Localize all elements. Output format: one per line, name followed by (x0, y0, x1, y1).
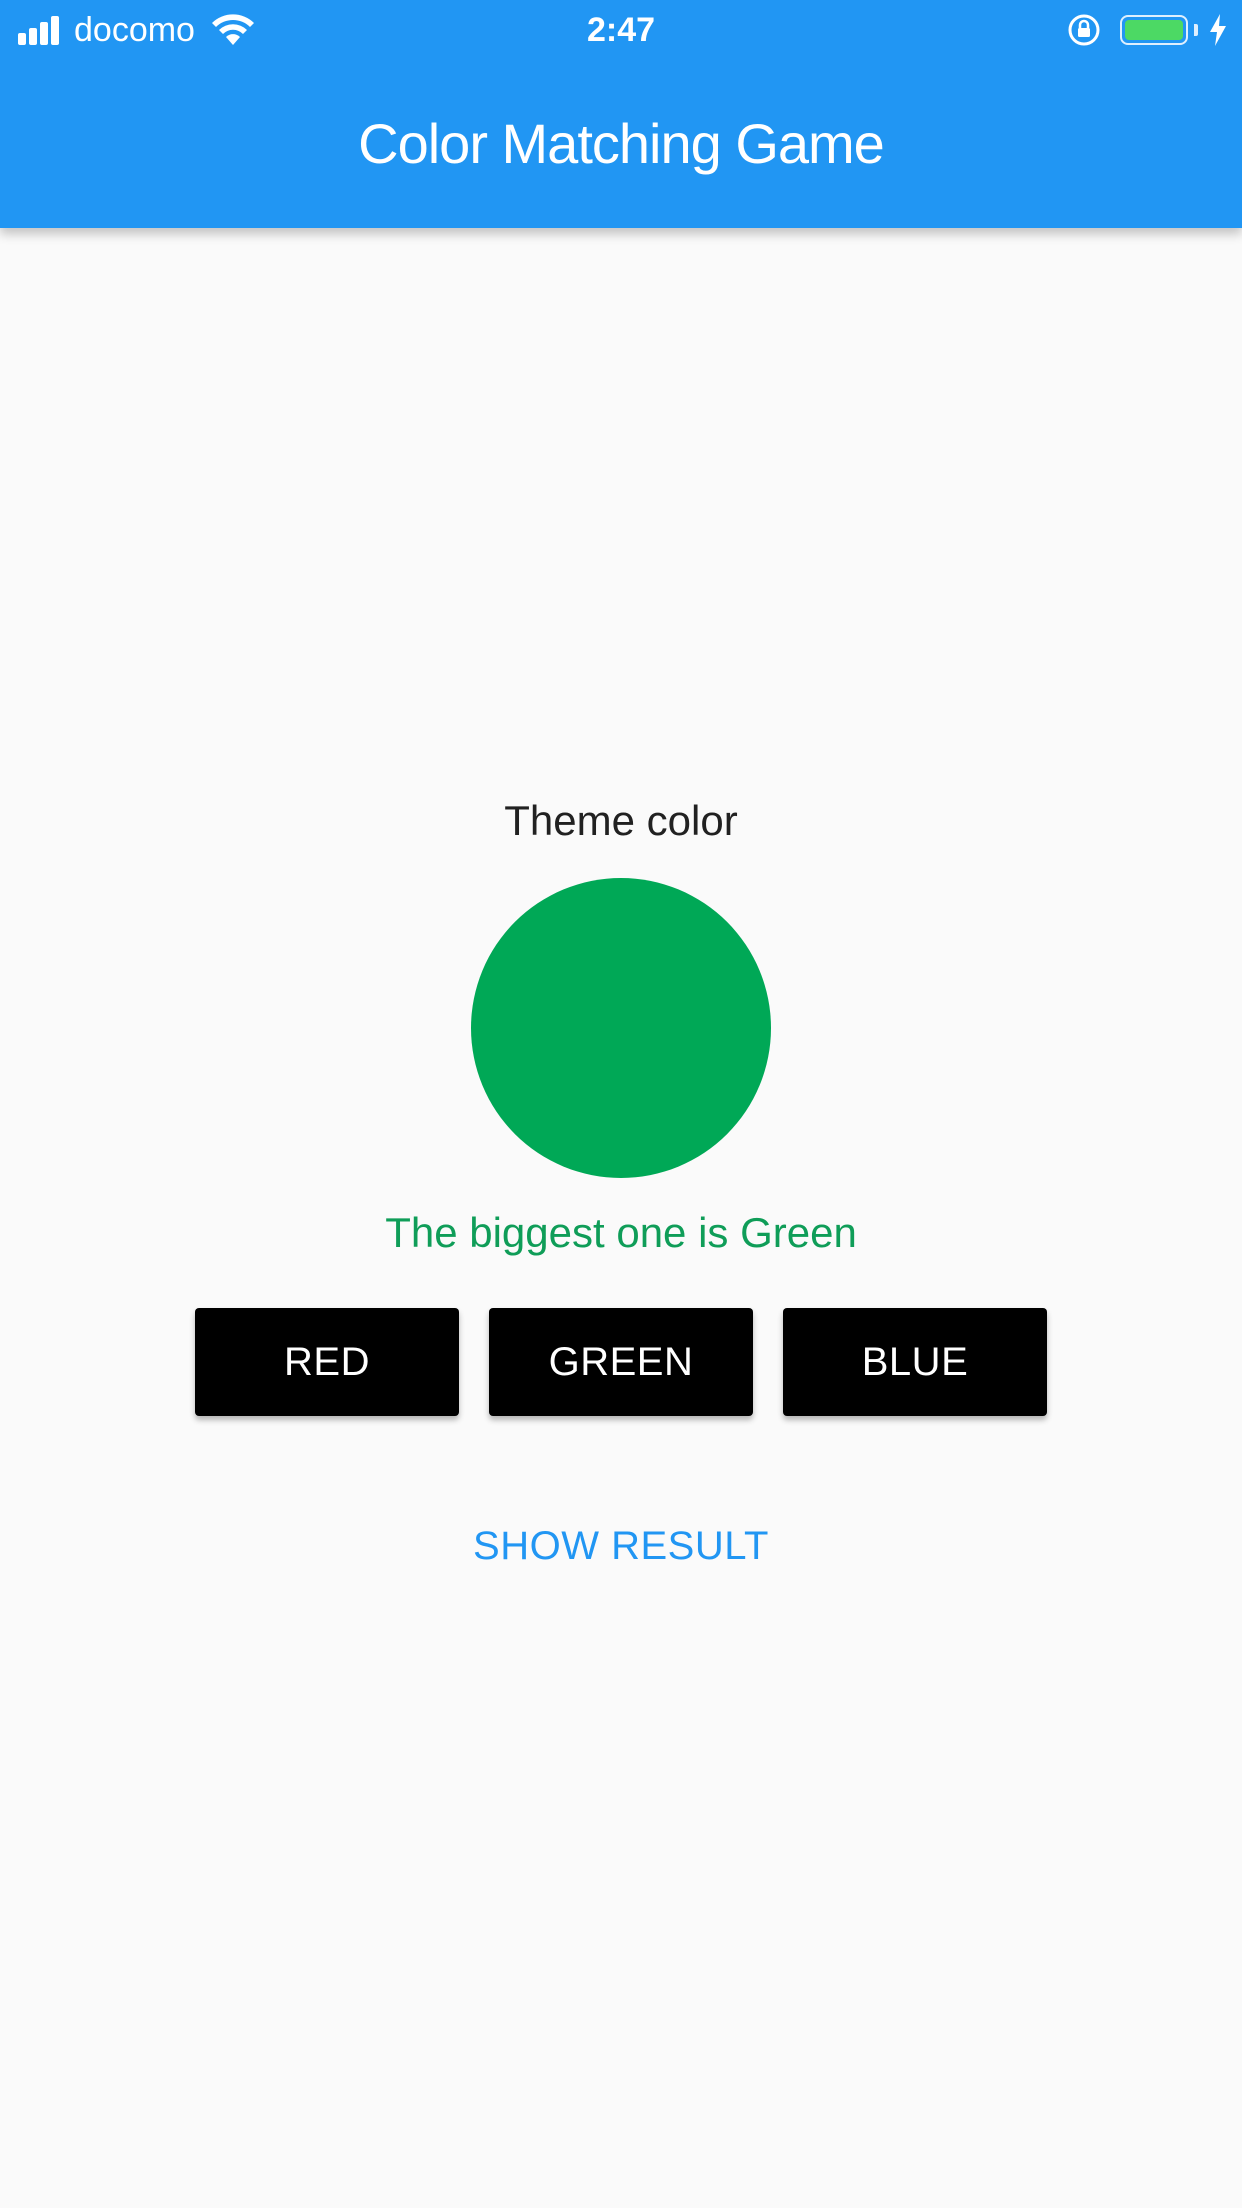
app-bar: docomo 2:47 Color Matching Game (0, 0, 1242, 228)
status-right (1066, 10, 1228, 50)
red-button[interactable]: RED (195, 1308, 459, 1416)
battery-icon (1120, 15, 1188, 45)
battery-tip (1194, 24, 1198, 36)
show-result-button[interactable]: SHOW RESULT (421, 1511, 821, 1581)
theme-color-circle (471, 878, 771, 1178)
rotation-lock-icon (1068, 14, 1100, 46)
blue-button[interactable]: BLUE (783, 1308, 1047, 1416)
result-message: The biggest one is Green (385, 1209, 857, 1256)
charging-bolt-icon (1210, 14, 1226, 46)
app-title: Color Matching Game (358, 112, 885, 175)
status-time: 2:47 (586, 11, 656, 49)
theme-color-label: Theme color (504, 797, 738, 844)
main-content: Theme color The biggest one is Green RED… (0, 228, 1242, 2208)
green-button[interactable]: GREEN (489, 1308, 753, 1416)
battery-fill (1125, 20, 1183, 40)
status-bar: docomo 2:47 (0, 0, 1242, 60)
